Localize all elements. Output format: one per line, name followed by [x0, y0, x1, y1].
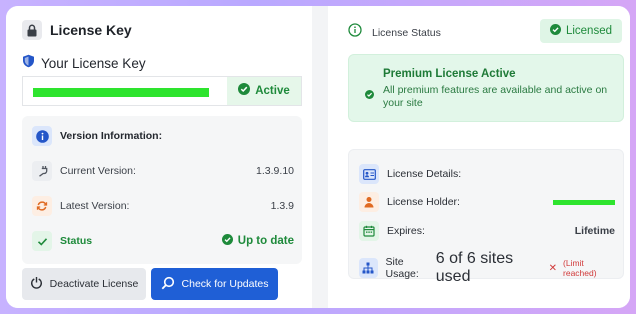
shield-icon	[22, 54, 35, 73]
licensed-badge: Licensed	[539, 19, 622, 43]
check-icon	[32, 231, 52, 251]
latest-version-value: 1.3.9	[270, 200, 294, 212]
check-circle-icon	[238, 82, 251, 100]
license-status-title: License Status	[372, 26, 441, 39]
site-usage-row: Site Usage: 6 of 6 sites used ✕ (Limit r…	[359, 250, 615, 286]
section-header: License Key	[22, 20, 132, 40]
lock-icon	[22, 20, 42, 40]
deactivate-license-button[interactable]: Deactivate License	[22, 268, 146, 300]
calendar-icon	[359, 221, 379, 241]
current-version-label: Current Version:	[60, 165, 136, 177]
premium-description: All premium features are available and a…	[383, 84, 608, 109]
update-status-row: Status Up to date	[32, 231, 294, 251]
check-circle-icon	[221, 234, 233, 248]
license-details-heading-row: License Details:	[359, 164, 615, 184]
license-status-section: License Status Licensed Premium License …	[328, 6, 630, 308]
site-usage-value: 6 of 6 sites used ✕ (Limit reached)	[436, 250, 615, 286]
premium-active-notice: Premium License Active All premium featu…	[348, 54, 624, 122]
page-title: License Key	[50, 22, 132, 38]
id-card-icon	[359, 164, 379, 184]
status-value: Up to date	[221, 234, 294, 248]
user-icon	[359, 192, 379, 212]
license-key-field: Active	[22, 76, 302, 106]
license-holder-redacted	[553, 199, 615, 205]
license-holder-label: License Holder:	[387, 196, 460, 208]
license-key-heading: Your License Key	[22, 54, 146, 73]
latest-version-label: Latest Version:	[60, 200, 130, 212]
search-icon	[161, 276, 175, 293]
close-icon: ✕	[548, 262, 558, 274]
license-details-label: License Details:	[387, 168, 462, 180]
info-icon	[32, 126, 52, 146]
premium-title: Premium License Active	[383, 68, 516, 80]
latest-version-row: Latest Version: 1.3.9	[32, 196, 294, 216]
plug-icon	[32, 161, 52, 181]
version-info-label: Version Information:	[60, 130, 163, 142]
licensed-label: Licensed	[565, 25, 612, 37]
power-icon	[30, 276, 43, 292]
expires-label: Expires:	[387, 225, 425, 237]
license-key-title: Your License Key	[41, 56, 146, 71]
check-circle-icon	[549, 24, 561, 38]
license-key-redacted	[33, 88, 209, 97]
info-circle-icon	[348, 23, 362, 42]
version-info-card: Version Information: Current Version: 1.…	[22, 116, 302, 264]
check-updates-button[interactable]: Check for Updates	[151, 268, 278, 300]
status-text: Up to date	[237, 235, 294, 247]
column-divider	[312, 6, 328, 308]
license-panel: License Key Your License Key Active Vers…	[6, 6, 630, 308]
status-label: Status	[60, 235, 93, 247]
check-circle-icon	[365, 86, 374, 104]
expires-row: Expires: Lifetime	[359, 221, 615, 241]
site-usage-label: Site Usage:	[385, 256, 419, 280]
site-usage-count: 6 of 6 sites used	[435, 250, 514, 285]
expires-value: Lifetime	[574, 225, 615, 237]
version-info-heading: Version Information:	[32, 126, 294, 146]
license-holder-row: License Holder:	[359, 192, 615, 212]
license-status-header: License Status	[348, 23, 441, 42]
license-details-card: License Details: License Holder: Expires…	[348, 149, 624, 285]
sitemap-icon	[359, 258, 378, 278]
active-label: Active	[255, 85, 290, 97]
current-version-row: Current Version: 1.3.9.10	[32, 161, 294, 181]
current-version-value: 1.3.9.10	[256, 165, 294, 177]
deactivate-label: Deactivate License	[49, 278, 139, 290]
license-key-section: License Key Your License Key Active Vers…	[6, 6, 312, 308]
limit-reached-label: (Limit reached)	[563, 258, 597, 278]
check-updates-label: Check for Updates	[181, 278, 269, 290]
active-badge: Active	[227, 77, 301, 105]
refresh-icon	[32, 196, 52, 216]
